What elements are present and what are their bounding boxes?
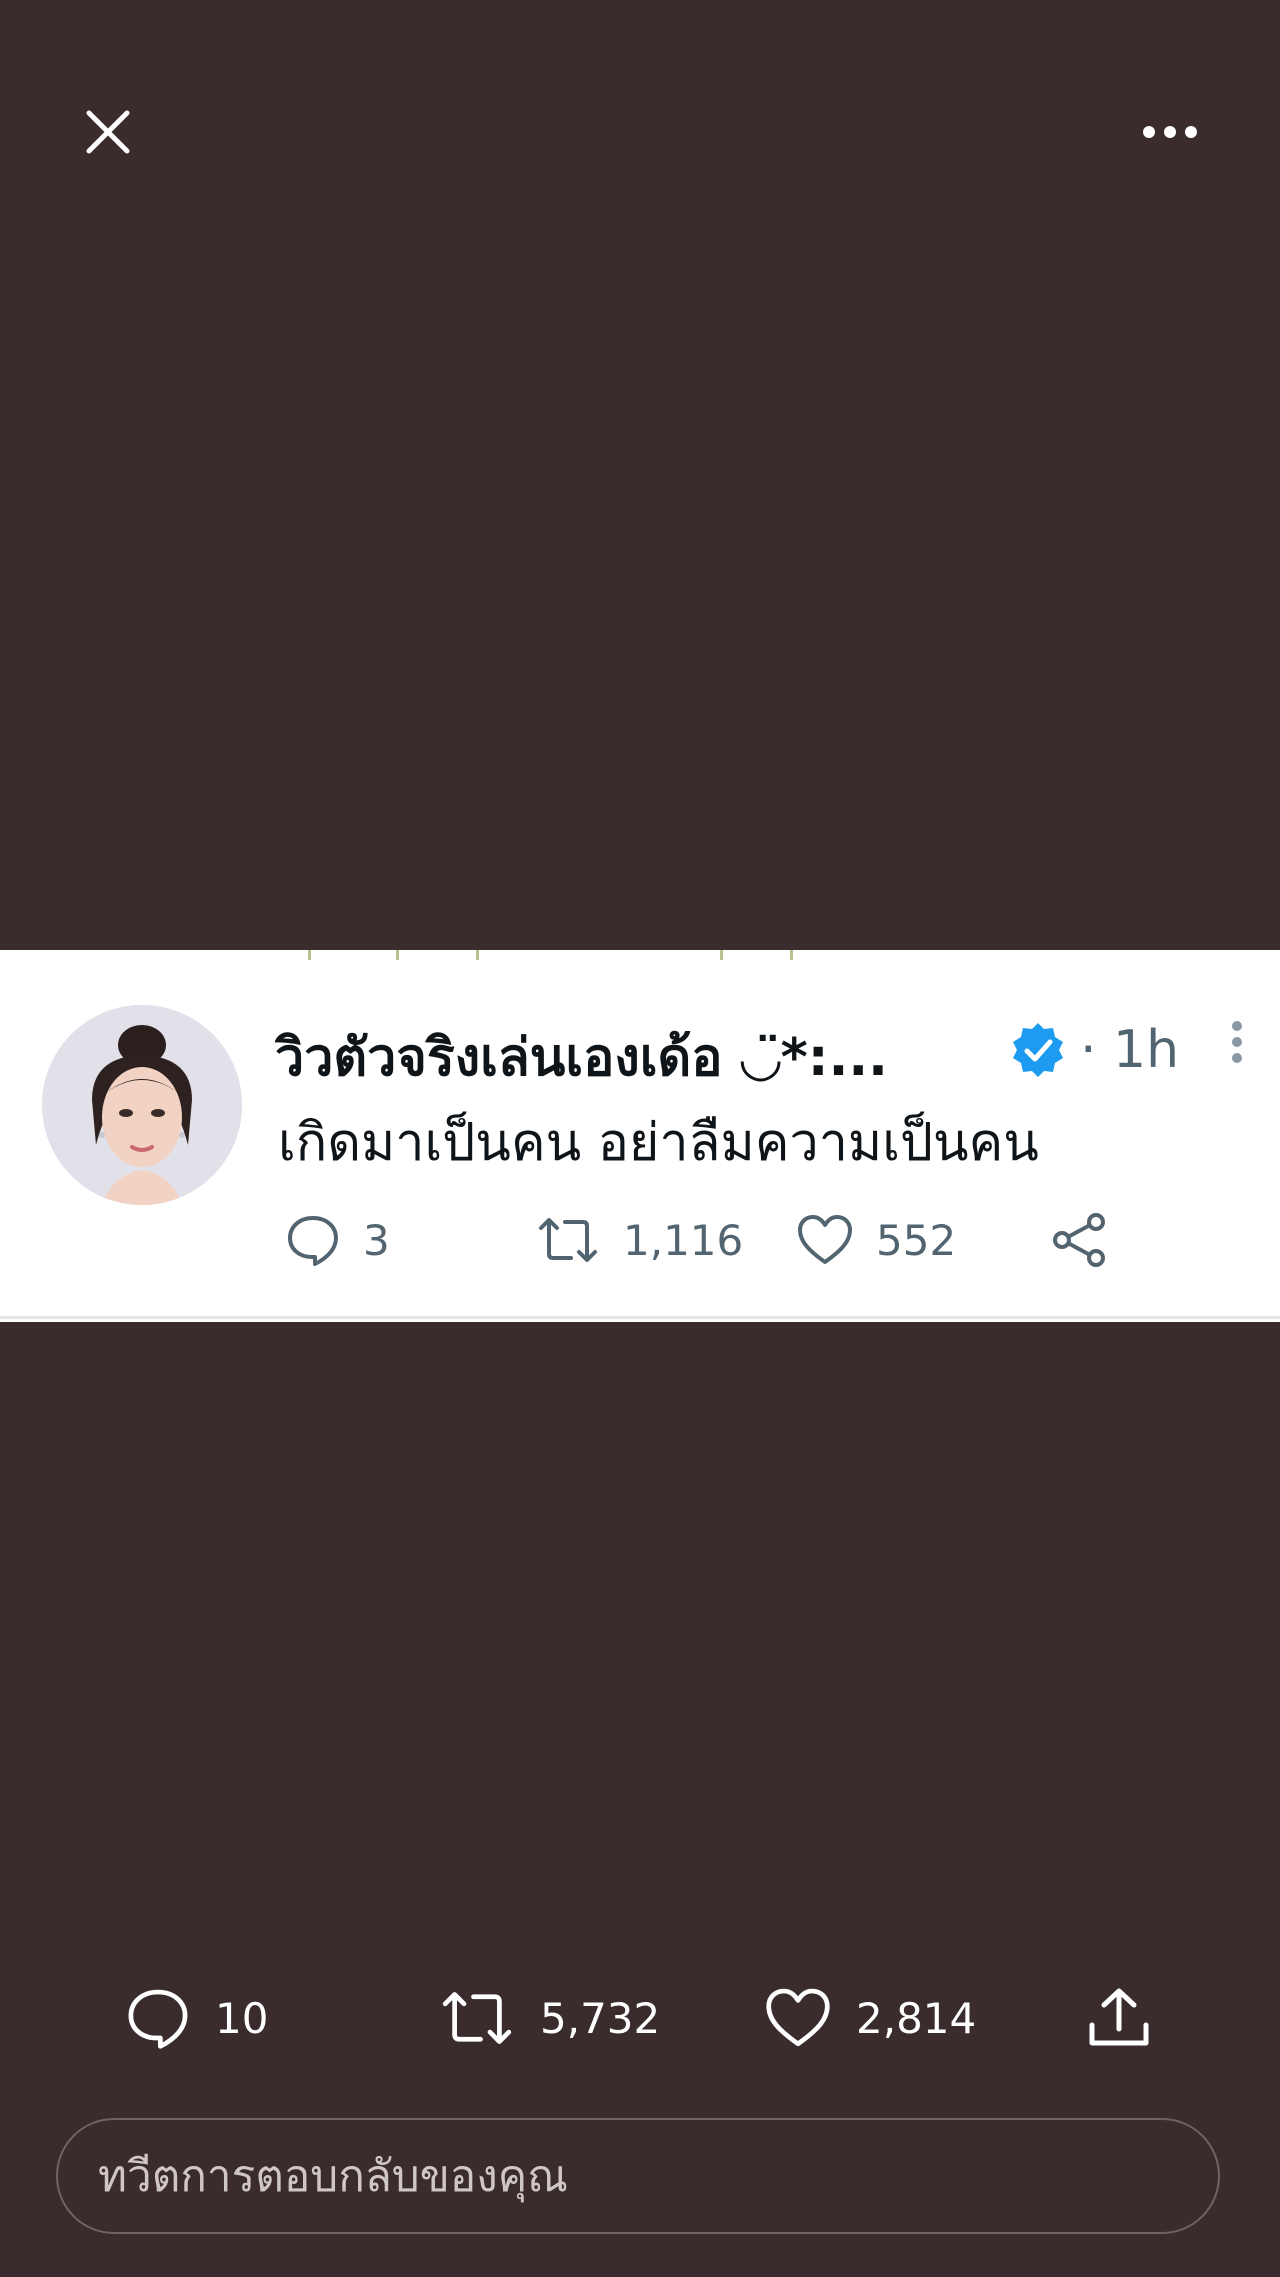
like-button[interactable]: 2,814 (764, 1985, 976, 2051)
more-icon (1143, 126, 1197, 138)
reply-button[interactable]: 10 (125, 1985, 268, 2051)
like-icon (798, 1215, 852, 1264)
quoted-tweet-card[interactable]: วิวตัวจริงเล่นเองเด้อ ◡̈*:... · 1h เกิดม… (0, 950, 1280, 1322)
media-viewer-header (0, 0, 1280, 260)
retweet-count: 5,732 (540, 1993, 661, 2043)
reply-action[interactable]: 3 (285, 1212, 390, 1268)
display-name[interactable]: วิวตัวจริงเล่นเองเด้อ ◡̈*:... (275, 1015, 995, 1098)
reply-count: 3 (363, 1215, 390, 1265)
tweet-timestamp[interactable]: · 1h (1080, 1020, 1179, 1080)
like-count: 2,814 (856, 1993, 977, 2043)
more-vertical-icon[interactable] (1222, 1016, 1252, 1076)
retweet-button[interactable]: 5,732 (438, 1985, 660, 2051)
retweet-icon (442, 1992, 512, 2044)
like-icon (766, 1988, 830, 2047)
avatar[interactable] (42, 1005, 242, 1205)
close-button[interactable] (76, 100, 140, 164)
share-action[interactable] (1050, 1212, 1110, 1268)
verified-icon (1013, 1023, 1063, 1077)
reply-icon (288, 1216, 338, 1266)
retweet-icon (539, 1218, 597, 1262)
retweet-action[interactable]: 1,116 (535, 1212, 743, 1268)
like-action[interactable]: 552 (796, 1212, 956, 1268)
share-icon (1089, 1988, 1149, 2046)
reply-icon (128, 1989, 188, 2049)
share-icon (1053, 1213, 1105, 1267)
tweet-text: เกิดมาเป็นคน อย่าลืมความเป็นคน (278, 1113, 1039, 1173)
divider (0, 1316, 1280, 1319)
like-count: 552 (876, 1215, 957, 1265)
tweet-action-bar: 10 5,732 2,814 (0, 1980, 1280, 2060)
reply-input[interactable]: ทวีตการตอบกลับของคุณ (56, 2118, 1220, 2234)
retweet-count: 1,116 (623, 1215, 744, 1265)
avatar-portrait (42, 1005, 242, 1205)
share-button[interactable] (1086, 1985, 1152, 2051)
more-options-button[interactable] (1130, 100, 1210, 164)
close-icon (86, 110, 130, 154)
image-edge-remnant (0, 950, 1280, 964)
reply-count: 10 (215, 1993, 269, 2043)
reply-placeholder: ทวีตการตอบกลับของคุณ (98, 2151, 568, 2202)
